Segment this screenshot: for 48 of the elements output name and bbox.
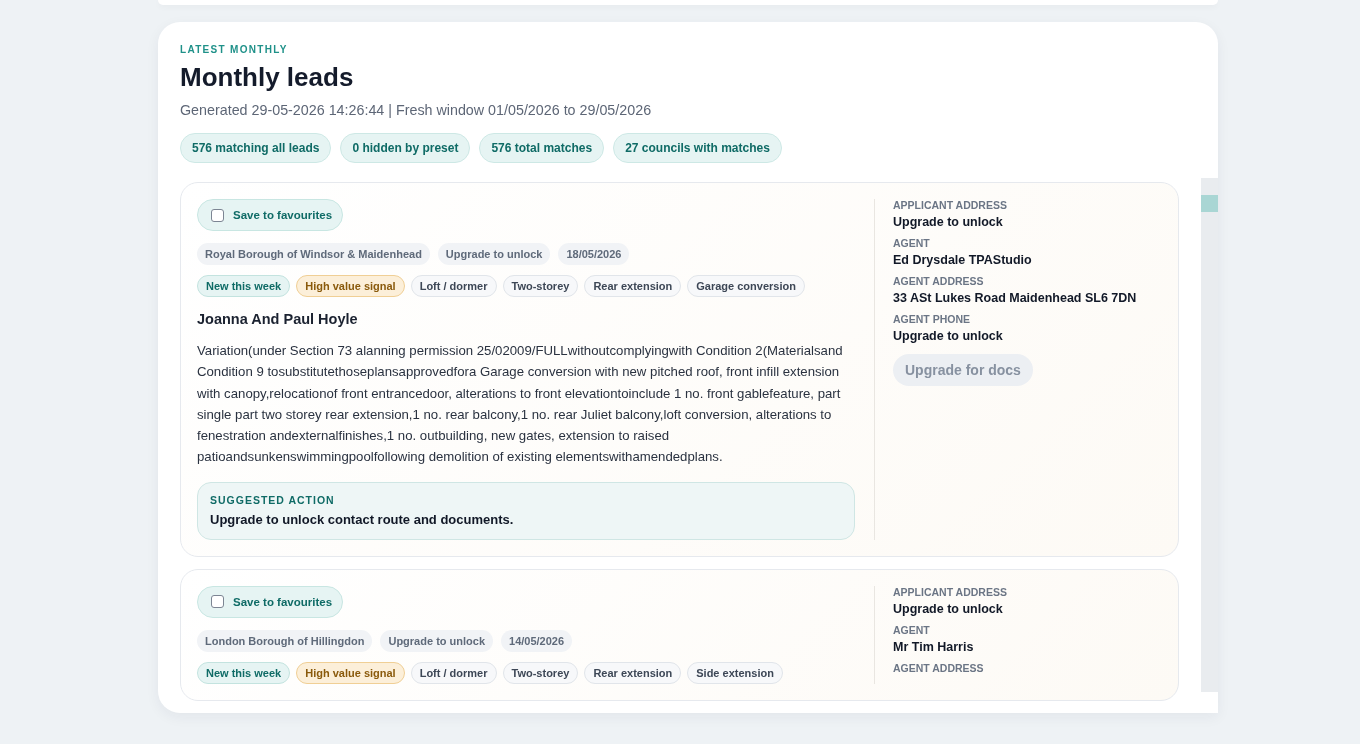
tag: New this week: [197, 275, 291, 297]
detail-value: Upgrade to unlock: [893, 329, 1004, 343]
panel-label: SUGGESTED ACTION: [210, 493, 336, 506]
detail-value: Ed Drysdale TPAStudio: [893, 253, 1033, 267]
applicant-name: Joanna And Paul Hoyle: [197, 311, 359, 327]
detail-value: Upgrade to unlock: [893, 601, 1004, 616]
tag: Two-storey: [502, 661, 579, 684]
tag: Two-storey: [502, 275, 579, 297]
favourite-button[interactable]: Save to favourites: [197, 199, 344, 231]
meta-chip: Upgrade to unlock: [380, 629, 493, 652]
detail-label: AGENT ADDRESS: [893, 275, 985, 287]
meta-chip: 18/05/2026: [558, 243, 630, 265]
checkbox[interactable]: [211, 208, 224, 222]
meta-chip: Royal Borough of Windsor & Maidenhead: [197, 243, 430, 265]
tag: Rear extension: [584, 661, 682, 684]
tag: High value signal: [296, 275, 405, 297]
detail-label: AGENT ADDRESS: [893, 661, 985, 674]
stat-pill: 27 councils with matches: [613, 133, 782, 163]
detail-value: Upgrade to unlock: [893, 215, 1004, 229]
detail-label: APPLICANT ADDRESS: [893, 585, 1008, 598]
tag: Garage conversion: [687, 275, 805, 297]
stat-pill: 576 matching all leads: [180, 133, 332, 163]
detail-value: Mr Tim Harris: [893, 639, 975, 654]
tag: New this week: [197, 661, 291, 684]
eyebrow-label: LATEST MONTHLY: [180, 44, 289, 55]
scrollbar-thumb[interactable]: [1201, 195, 1218, 212]
favourite-button[interactable]: Save to favourites: [197, 585, 344, 618]
meta-chip: 14/05/2026: [501, 629, 573, 652]
detail-label: AGENT: [893, 237, 931, 249]
action-text: Upgrade to unlock contact route and documents.: [210, 511, 515, 527]
meta-chip: London Borough of Hillingdon: [197, 629, 373, 652]
stat-pill: 0 hidden by preset: [340, 133, 471, 163]
generated-info: Generated 29-05-2026 14:26:44 | Fresh window 01/05/2026 to 29/05/2026: [180, 102, 653, 118]
detail-label: APPLICANT ADDRESS: [893, 199, 1008, 211]
tag: Rear extension: [584, 275, 682, 297]
tag: Loft / dormer: [410, 275, 497, 297]
checkbox[interactable]: [211, 595, 224, 609]
detail-label: AGENT: [893, 623, 931, 636]
stat-pill: 576 total matches: [479, 133, 605, 163]
meta-chip: Upgrade to unlock: [437, 243, 551, 265]
tag: Side extension: [687, 661, 783, 684]
tag: High value signal: [296, 661, 405, 684]
description-text: Variation(under Section 73 alanning permission 25/02009/FULLwithoutcomplyingwith Condition 2(Materialsand Condition 9 tosubstitutethoseplansapprovedfora Garage conversion with new pitched roof, front infill extension with canopy,relocationof front entrancedoor, alterations to front elevationtoinclude 1 no. front gablefeature, part single part two storey rear extension,1 no. rear balcony,1 no. rear Juliet balcony,loft conversion, alterations to fenestration andexternalfinishes,1 no. outbuilding, new gates, extension to raised patioandsunkenswimmingpoolfollowing demolition of existing elementswithamendedplans.: [197, 342, 844, 467]
page-title: Monthly leads: [180, 62, 355, 93]
tag: Loft / dormer: [410, 661, 497, 684]
detail-label: AGENT PHONE: [893, 313, 971, 325]
scrollbar[interactable]: [1201, 178, 1218, 692]
detail-value: 33 ASt Lukes Road Maidenhead SL6 7DN: [893, 291, 1138, 305]
